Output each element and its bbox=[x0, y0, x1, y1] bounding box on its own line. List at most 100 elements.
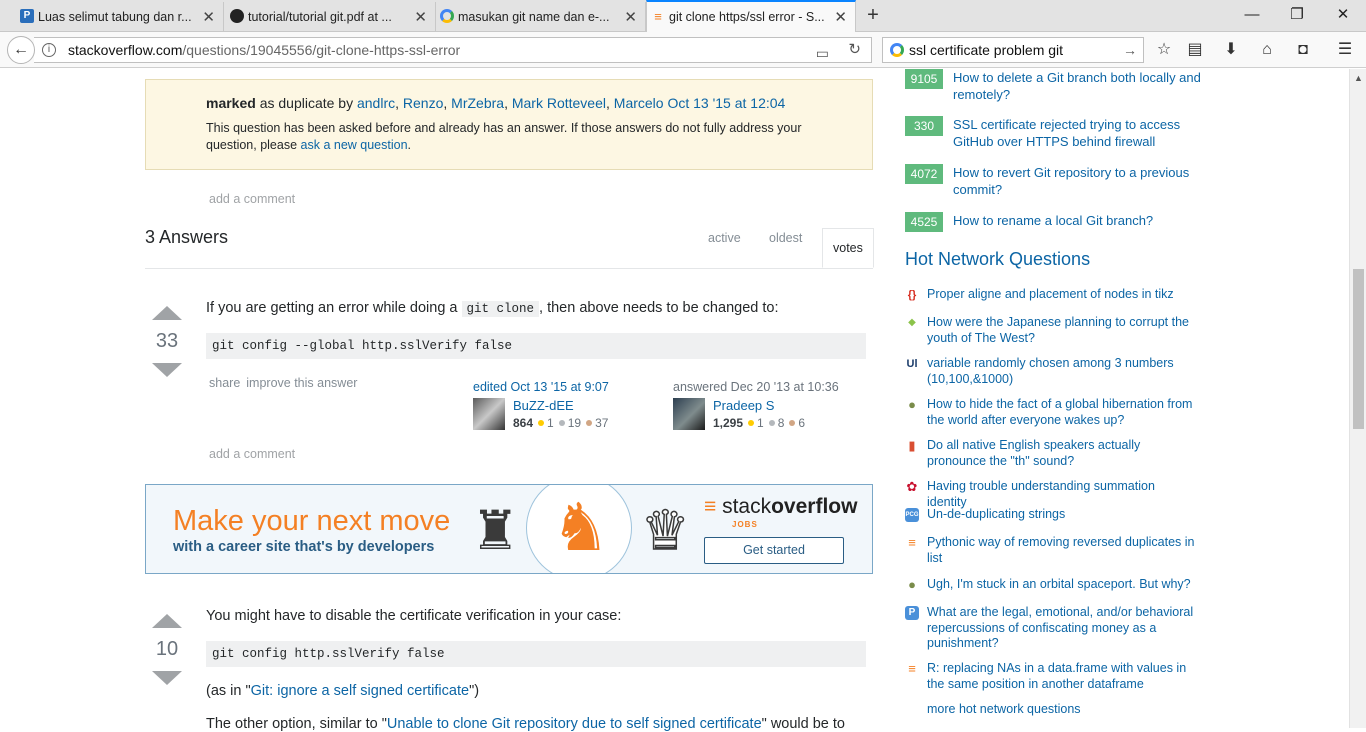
hnq-link[interactable]: What are the legal, emotional, and/or be… bbox=[927, 605, 1195, 652]
share-link[interactable]: share bbox=[209, 376, 240, 390]
duplicate-date[interactable]: Oct 13 '15 at 12:04 bbox=[667, 95, 785, 111]
get-started-button[interactable]: Get started bbox=[704, 537, 844, 564]
menu-icon[interactable]: ☰ bbox=[1332, 37, 1358, 63]
browser-tab-2[interactable]: tutorial/tutorial git.pdf at ... ✕ bbox=[226, 2, 436, 32]
text-part: The other option, similar to " bbox=[206, 716, 387, 732]
improve-link[interactable]: improve this answer bbox=[246, 376, 357, 390]
tab-oldest[interactable]: oldest bbox=[769, 231, 802, 245]
period: . bbox=[407, 138, 412, 152]
personalfinance-icon: P bbox=[905, 606, 919, 620]
close-icon[interactable]: ✕ bbox=[414, 8, 427, 26]
maximize-button[interactable]: ❐ bbox=[1285, 4, 1309, 26]
reader-view-icon[interactable]: ▭ bbox=[816, 41, 829, 65]
hnq-link[interactable]: R: replacing NAs in a data.frame with va… bbox=[927, 661, 1195, 692]
hnq-link[interactable]: Pythonic way of removing reversed duplic… bbox=[927, 535, 1195, 566]
tab-active[interactable]: active bbox=[708, 231, 741, 245]
go-arrow-icon[interactable]: → bbox=[1123, 38, 1137, 62]
english-icon: ▮ bbox=[908, 438, 916, 453]
vote-count: 10 bbox=[155, 638, 179, 660]
url-bar[interactable]: i stackoverflow.com/questions/19045556/g… bbox=[34, 37, 872, 63]
duplicate-header: marked as duplicate by andlrc, Renzo, Mr… bbox=[206, 95, 786, 111]
reload-icon[interactable]: ↻ bbox=[848, 38, 861, 62]
download-icon[interactable]: ⬇ bbox=[1218, 37, 1244, 63]
jobs-label: JOBS bbox=[732, 520, 758, 529]
pocket-icon[interactable]: ◘ bbox=[1290, 37, 1316, 63]
hot-network-heading[interactable]: Hot Network Questions bbox=[905, 249, 1090, 270]
hnq-link[interactable]: How were the Japanese planning to corrup… bbox=[927, 315, 1195, 346]
browser-tab-4[interactable]: ≡ git clone https/ssl error - S... ✕ bbox=[646, 0, 856, 32]
logo-text-a: stack bbox=[722, 495, 772, 518]
browser-tab-3[interactable]: masukan git name dan e-... ✕ bbox=[436, 2, 646, 32]
url-path: /questions/19045556/git-clone-https-ssl-… bbox=[182, 42, 461, 58]
scrollbar-thumb[interactable] bbox=[1353, 269, 1364, 429]
user-name[interactable]: BuZZ-dEE bbox=[513, 398, 574, 413]
user-link[interactable]: Renzo bbox=[403, 95, 443, 111]
user-link[interactable]: Mark Rotteveel bbox=[512, 95, 606, 111]
browser-tab-1[interactable]: P Luas selimut tabung dan r... ✕ bbox=[16, 2, 224, 32]
tab-title: git clone https/ssl error - S... bbox=[669, 10, 825, 24]
hnq-link[interactable]: Having trouble understanding summation i… bbox=[927, 479, 1195, 510]
search-input[interactable]: ssl certificate problem git → bbox=[882, 37, 1144, 63]
vote-count: 33 bbox=[155, 330, 179, 352]
user-link[interactable]: andlrc bbox=[357, 95, 395, 111]
more-hot-questions-link[interactable]: more hot network questions bbox=[927, 702, 1081, 716]
bookmark-star-icon[interactable]: ☆ bbox=[1151, 37, 1177, 63]
user-name[interactable]: Pradeep S bbox=[713, 398, 774, 413]
home-icon[interactable]: ⌂ bbox=[1254, 37, 1280, 63]
duplicate-notice: marked as duplicate by andlrc, Renzo, Mr… bbox=[145, 79, 873, 170]
reference-link[interactable]: Git: ignore a self signed certificate bbox=[251, 683, 469, 699]
related-link[interactable]: How to rename a local Git branch? bbox=[953, 212, 1205, 229]
related-link[interactable]: How to revert Git repository to a previo… bbox=[953, 164, 1205, 198]
sort-tabs-border bbox=[145, 268, 873, 269]
navigation-bar: i stackoverflow.com/questions/19045556/g… bbox=[0, 32, 1366, 68]
tab-votes[interactable]: votes bbox=[822, 228, 874, 268]
add-comment-link[interactable]: add a comment bbox=[209, 192, 295, 206]
hnq-link[interactable]: Do all native English speakers actually … bbox=[927, 438, 1195, 469]
close-window-button[interactable]: ✕ bbox=[1331, 4, 1355, 26]
upvote-icon[interactable] bbox=[152, 306, 182, 320]
scroll-up-icon[interactable]: ▲ bbox=[1354, 73, 1363, 83]
stackoverflow-icon: ≡ bbox=[908, 661, 916, 676]
hnq-link[interactable]: variable randomly chosen among 3 numbers… bbox=[927, 356, 1195, 387]
downvote-icon[interactable] bbox=[152, 363, 182, 377]
new-tab-button[interactable]: + bbox=[862, 4, 884, 26]
avatar[interactable] bbox=[473, 398, 505, 430]
hnq-link[interactable]: Proper aligne and placement of nodes in … bbox=[927, 287, 1195, 303]
rep-score: 864 bbox=[513, 416, 534, 430]
ask-question-link[interactable]: ask a new question bbox=[301, 138, 408, 152]
rep-score: 1,295 bbox=[713, 416, 744, 430]
close-icon[interactable]: ✕ bbox=[202, 8, 215, 26]
hnq-link[interactable]: Un-de-duplicating strings bbox=[927, 507, 1195, 523]
scrollbar[interactable]: ▲ bbox=[1349, 69, 1366, 728]
upvote-icon[interactable] bbox=[152, 614, 182, 628]
related-link[interactable]: How to delete a Git branch both locally … bbox=[953, 69, 1205, 103]
answered-time: answered Dec 20 '13 at 10:36 bbox=[673, 380, 839, 394]
reading-list-icon[interactable]: ▤ bbox=[1182, 37, 1208, 63]
stackoverflow-icon: ≡ bbox=[908, 535, 916, 550]
related-link[interactable]: SSL certificate rejected trying to acces… bbox=[953, 116, 1205, 150]
close-icon[interactable]: ✕ bbox=[834, 8, 847, 26]
silver-badges: 19 bbox=[567, 416, 582, 430]
add-comment-link[interactable]: add a comment bbox=[209, 447, 295, 461]
user-link[interactable]: Marcelo bbox=[614, 95, 664, 111]
user-link[interactable]: MrZebra bbox=[451, 95, 504, 111]
score-badge: 4072 bbox=[905, 164, 943, 184]
queen-icon: ♛ bbox=[640, 500, 690, 562]
answers-heading: 3 Answers bbox=[145, 227, 229, 247]
back-button[interactable]: ← bbox=[7, 36, 35, 64]
info-icon[interactable]: i bbox=[42, 43, 56, 57]
edited-time[interactable]: edited Oct 13 '15 at 9:07 bbox=[473, 380, 663, 394]
answer-text-part: If you are getting an error while doing … bbox=[206, 300, 462, 316]
minimize-button[interactable]: — bbox=[1240, 4, 1264, 26]
avatar[interactable] bbox=[673, 398, 705, 430]
hnq-link[interactable]: Ugh, I'm stuck in an orbital spaceport. … bbox=[927, 577, 1195, 593]
vote-cell: 10 bbox=[151, 614, 183, 685]
close-icon[interactable]: ✕ bbox=[624, 8, 637, 26]
downvote-icon[interactable] bbox=[152, 671, 182, 685]
score-badge: 4525 bbox=[905, 212, 943, 232]
hnq-link[interactable]: How to hide the fact of a global hiberna… bbox=[927, 397, 1195, 428]
inline-code: git clone bbox=[461, 301, 540, 317]
ad-headline: Make your next move bbox=[173, 505, 451, 537]
jobs-advert[interactable]: Make your next move with a career site t… bbox=[145, 484, 873, 574]
reference-link[interactable]: Unable to clone Git repository due to se… bbox=[387, 716, 762, 732]
